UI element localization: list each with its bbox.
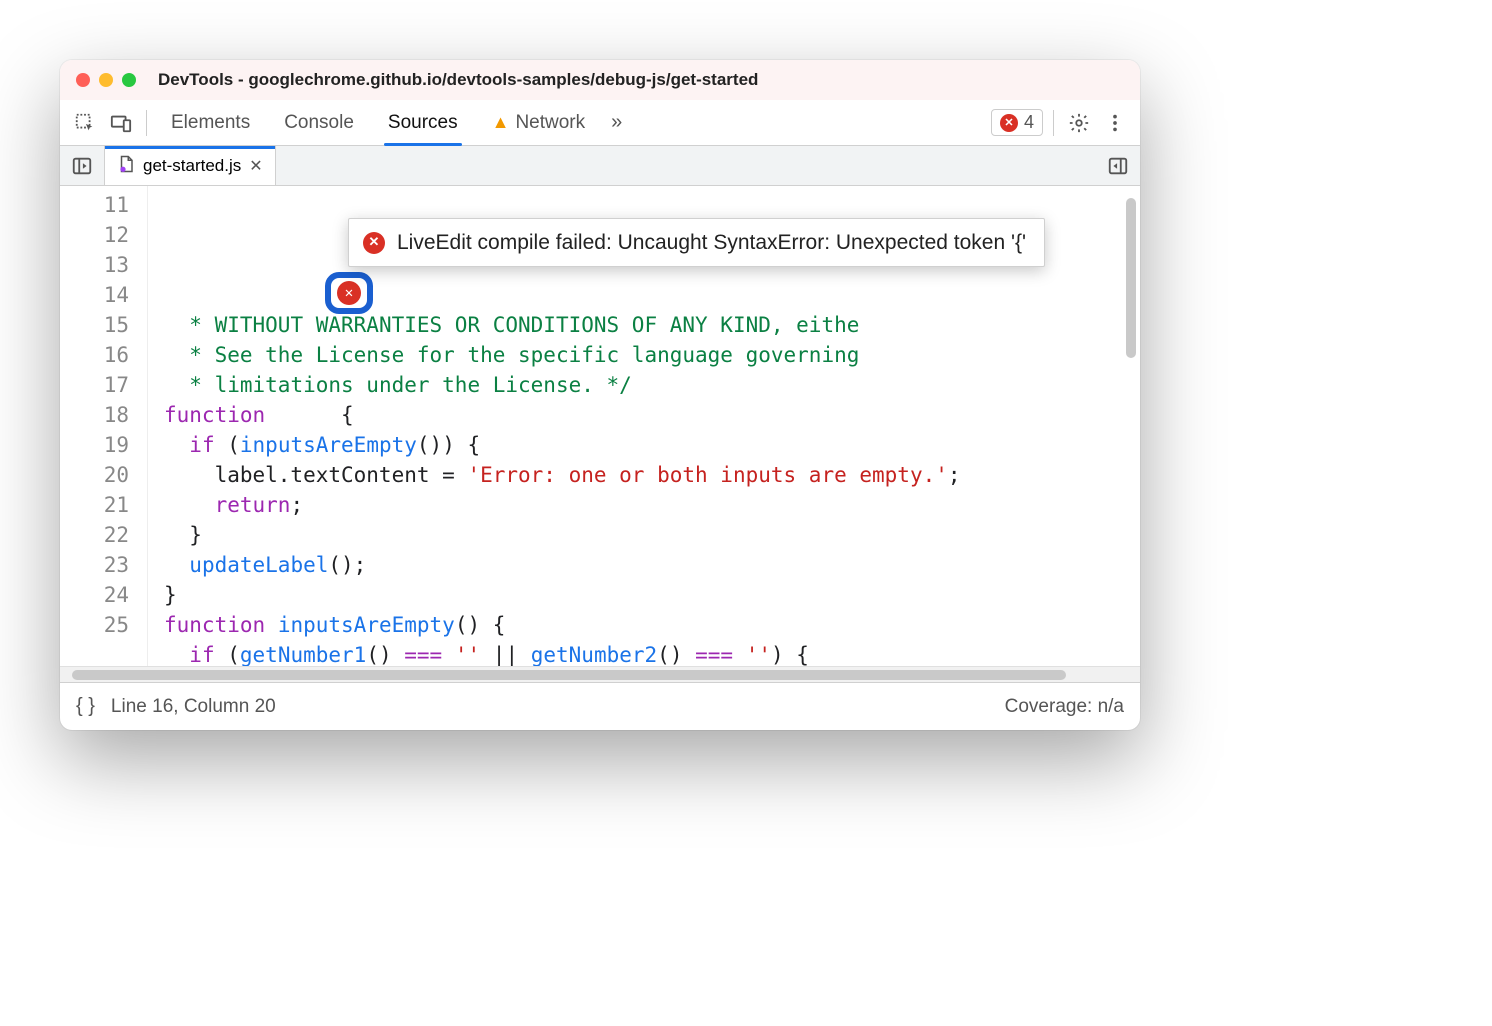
tab-network-label: Network: [515, 112, 585, 134]
tab-sources-label: Sources: [388, 112, 458, 134]
code-line[interactable]: function {: [164, 400, 1140, 430]
error-icon: [1000, 114, 1018, 132]
main-toolbar: Elements Console Sources ▲ Network » 4: [60, 100, 1140, 146]
titlebar: DevTools - googlechrome.github.io/devtoo…: [60, 60, 1140, 100]
tab-console[interactable]: Console: [270, 100, 368, 145]
error-icon: [337, 281, 361, 305]
line-number[interactable]: 22: [60, 520, 129, 550]
vertical-scrollbar[interactable]: [1126, 198, 1136, 358]
code-editor[interactable]: 111213141516171819202122232425 LiveEdit …: [60, 186, 1140, 666]
coverage-status: Coverage: n/a: [1005, 696, 1124, 718]
statusbar: { } Line 16, Column 20 Coverage: n/a: [60, 682, 1140, 730]
sources-tabbar: get-started.js ✕: [60, 146, 1140, 186]
minimize-window-button[interactable]: [99, 73, 113, 87]
file-tab[interactable]: get-started.js ✕: [104, 146, 276, 185]
code-line[interactable]: return;: [164, 490, 1140, 520]
tab-network[interactable]: ▲ Network: [478, 100, 600, 145]
zoom-window-button[interactable]: [122, 73, 136, 87]
pretty-print-icon[interactable]: { }: [76, 695, 95, 718]
code-line[interactable]: if (getNumber1() === '' || getNumber2() …: [164, 640, 1140, 666]
line-number[interactable]: 20: [60, 460, 129, 490]
line-number[interactable]: 15: [60, 310, 129, 340]
code-line[interactable]: * See the License for the specific langu…: [164, 340, 1140, 370]
horizontal-scrollbar-track[interactable]: [60, 666, 1140, 682]
tab-elements[interactable]: Elements: [157, 100, 264, 145]
file-modified-icon: [117, 155, 135, 178]
settings-gear-icon[interactable]: [1064, 108, 1094, 138]
close-tab-icon[interactable]: ✕: [249, 156, 262, 176]
window-controls: [76, 73, 136, 87]
debugger-toggle-icon[interactable]: [1104, 152, 1132, 180]
line-number[interactable]: 18: [60, 400, 129, 430]
tab-elements-label: Elements: [171, 112, 250, 134]
code-line[interactable]: updateLabel();: [164, 550, 1140, 580]
inspect-element-icon[interactable]: [70, 108, 100, 138]
devtools-window: DevTools - googlechrome.github.io/devtoo…: [60, 60, 1140, 730]
line-number[interactable]: 23: [60, 550, 129, 580]
error-tooltip-text: LiveEdit compile failed: Uncaught Syntax…: [397, 229, 1026, 256]
navigator-toggle-icon[interactable]: [68, 152, 96, 180]
error-count-badge[interactable]: 4: [991, 109, 1043, 136]
line-number[interactable]: 13: [60, 250, 129, 280]
code-line[interactable]: }: [164, 580, 1140, 610]
line-number[interactable]: 11: [60, 190, 129, 220]
code-line[interactable]: * limitations under the License. */: [164, 370, 1140, 400]
device-toolbar-icon[interactable]: [106, 108, 136, 138]
code-line[interactable]: if (inputsAreEmpty()) {: [164, 430, 1140, 460]
file-tab-label: get-started.js: [143, 156, 241, 176]
line-number[interactable]: 24: [60, 580, 129, 610]
error-icon: [363, 232, 385, 254]
close-window-button[interactable]: [76, 73, 90, 87]
more-tabs-icon[interactable]: »: [605, 111, 628, 134]
inline-error-marker[interactable]: [325, 272, 373, 314]
cursor-position: Line 16, Column 20: [111, 696, 276, 718]
code-content[interactable]: LiveEdit compile failed: Uncaught Syntax…: [148, 186, 1140, 666]
kebab-menu-icon[interactable]: [1100, 108, 1130, 138]
code-line[interactable]: label.textContent = 'Error: one or both …: [164, 460, 1140, 490]
toolbar-divider: [146, 110, 147, 136]
line-number[interactable]: 17: [60, 370, 129, 400]
line-number[interactable]: 12: [60, 220, 129, 250]
tab-console-label: Console: [284, 112, 354, 134]
window-title: DevTools - googlechrome.github.io/devtoo…: [158, 70, 758, 90]
line-number[interactable]: 16: [60, 340, 129, 370]
line-number[interactable]: 19: [60, 430, 129, 460]
line-number[interactable]: 21: [60, 490, 129, 520]
code-line[interactable]: function inputsAreEmpty() {: [164, 610, 1140, 640]
horizontal-scrollbar[interactable]: [72, 670, 1066, 680]
error-tooltip: LiveEdit compile failed: Uncaught Syntax…: [348, 218, 1045, 267]
toolbar-divider: [1053, 110, 1054, 136]
line-number-gutter: 111213141516171819202122232425: [60, 186, 148, 666]
line-number[interactable]: 25: [60, 610, 129, 640]
code-line[interactable]: }: [164, 520, 1140, 550]
line-number[interactable]: 14: [60, 280, 129, 310]
warning-icon: ▲: [492, 112, 510, 133]
error-count-value: 4: [1024, 112, 1034, 133]
tab-sources[interactable]: Sources: [374, 100, 472, 145]
code-line[interactable]: * WITHOUT WARRANTIES OR CONDITIONS OF AN…: [164, 310, 1140, 340]
